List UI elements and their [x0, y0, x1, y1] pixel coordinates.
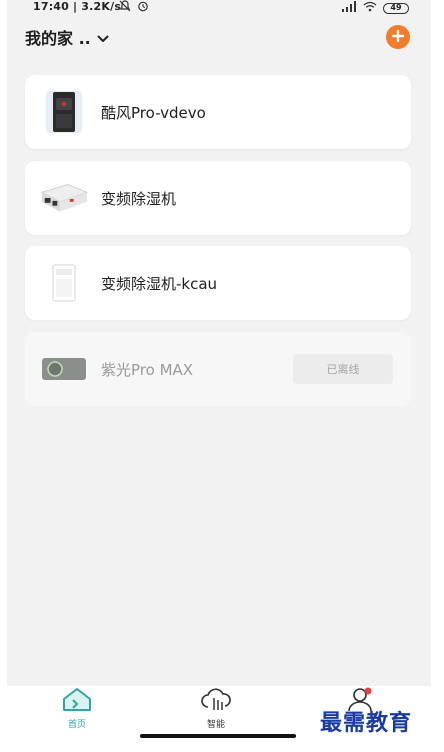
chevron-down-icon — [97, 28, 109, 47]
offline-status-badge: 已离线 — [293, 354, 393, 384]
tab-label-home: 首页 — [67, 720, 86, 730]
add-device-button[interactable] — [386, 25, 410, 49]
device-card-4[interactable]: 紫光Pro MAX 已离线 — [25, 332, 411, 406]
status-time: 17:40 | 3.2K/s — [33, 0, 122, 13]
tower-device-icon — [39, 88, 89, 136]
device-name: 变频除湿机 — [101, 189, 177, 208]
dehumidifier-box-icon — [39, 174, 89, 222]
signal-icon — [341, 1, 357, 15]
plus-circle-icon — [391, 28, 405, 47]
device-name: 酷风Pro-vdevo — [101, 103, 206, 122]
home-indicator — [140, 734, 296, 738]
home-icon — [60, 688, 94, 716]
watermark-text: 最需教育 — [320, 710, 413, 736]
tab-label-smart: 智能 — [206, 720, 225, 730]
home-name: 我的家 .. — [25, 29, 91, 48]
battery-indicator: 49 — [383, 2, 409, 14]
device-name: 紫光Pro MAX — [101, 360, 194, 379]
tab-home[interactable]: 首页 — [47, 686, 107, 730]
device-card-2[interactable]: 变频除湿机 — [25, 161, 411, 235]
cloud-icon — [199, 688, 233, 716]
status-bar: 17:40 | 3.2K/s 49 — [7, 0, 431, 16]
device-card-3[interactable]: 变频除湿机-kcau — [25, 246, 411, 320]
wifi-icon — [363, 1, 377, 15]
home-selector[interactable]: 我的家 .. — [25, 25, 109, 49]
mute-icon — [119, 0, 131, 15]
device-card-1[interactable]: 酷风Pro-vdevo — [25, 75, 411, 149]
alarm-icon — [137, 0, 149, 15]
dehumidifier-tall-icon — [39, 259, 89, 307]
device-name: 变频除湿机-kcau — [101, 274, 218, 293]
tab-smart[interactable]: 智能 — [186, 686, 246, 730]
purifier-device-icon — [39, 345, 89, 393]
app-screen: 17:40 | 3.2K/s 49 我的家 .. 酷风Pro-vdevo 变频除… — [7, 0, 431, 686]
